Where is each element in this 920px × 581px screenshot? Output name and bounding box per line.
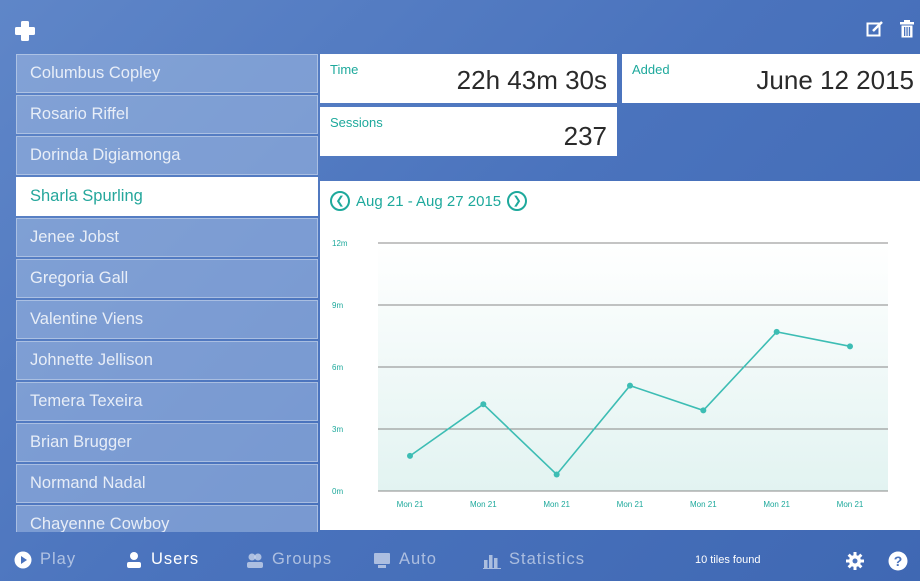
group-icon bbox=[247, 553, 263, 568]
y-tick-label: 3m bbox=[332, 425, 343, 434]
user-list-item[interactable]: Normand Nadal bbox=[16, 464, 318, 503]
time-label: Time bbox=[330, 62, 359, 77]
added-value: June 12 2015 bbox=[756, 65, 914, 95]
x-tick-label: Mon 21 bbox=[543, 500, 570, 509]
sessions-card: Sessions 237 bbox=[320, 107, 617, 156]
user-list-item[interactable]: Chayenne Cowboy bbox=[16, 505, 318, 532]
svg-text:?: ? bbox=[894, 553, 903, 569]
plus-icon bbox=[15, 21, 35, 41]
user-list-item[interactable]: Valentine Viens bbox=[16, 300, 318, 339]
tab-auto[interactable]: Auto bbox=[373, 550, 437, 569]
line-chart: 0m 3m 6m 9m 12m Mon 21 Mon 21 Mon 21 Mon 21 Mon 2… bbox=[332, 239, 888, 509]
bottom-nav: Play Users Groups Auto Statistics 10 til… bbox=[0, 541, 920, 581]
x-tick-label: Mon 21 bbox=[617, 500, 644, 509]
tab-groups-label: Groups bbox=[272, 550, 333, 568]
data-point bbox=[407, 452, 413, 459]
data-point bbox=[773, 328, 780, 335]
data-point bbox=[553, 471, 560, 478]
tab-groups[interactable]: Groups bbox=[246, 550, 332, 569]
bar-chart-icon bbox=[483, 554, 501, 569]
edit-icon bbox=[866, 21, 883, 37]
y-tick-label: 12m bbox=[332, 239, 348, 248]
x-tick-label: Mon 21 bbox=[470, 500, 497, 509]
y-tick-label: 9m bbox=[332, 301, 343, 310]
tab-statistics-label: Statistics bbox=[509, 550, 586, 568]
tab-users[interactable]: Users bbox=[125, 550, 199, 569]
user-list-item[interactable]: Temera Texeira bbox=[16, 382, 318, 421]
play-icon bbox=[14, 551, 32, 568]
auto-icon bbox=[374, 552, 390, 568]
x-tick-label: Mon 21 bbox=[397, 500, 424, 509]
x-tick-label: Mon 21 bbox=[837, 500, 864, 509]
x-tick-label: Mon 21 bbox=[763, 500, 790, 509]
delete-button[interactable] bbox=[898, 20, 916, 38]
sessions-value: 237 bbox=[563, 121, 607, 151]
help-button[interactable]: ? bbox=[888, 551, 908, 571]
user-list[interactable]: Columbus Copley Rosario Riffel Dorinda D… bbox=[16, 54, 318, 532]
user-list-item-selected[interactable]: Sharla Spurling bbox=[16, 177, 318, 216]
user-icon bbox=[127, 551, 141, 568]
user-list-item[interactable]: Johnette Jellison bbox=[16, 341, 318, 380]
chevron-right-icon[interactable]: ❯ bbox=[507, 191, 528, 211]
sessions-label: Sessions bbox=[330, 115, 383, 130]
y-tick-label: 6m bbox=[332, 363, 343, 372]
data-point bbox=[847, 343, 853, 350]
x-tick-label: Mon 21 bbox=[690, 500, 717, 509]
user-list-item[interactable]: Rosario Riffel bbox=[16, 95, 318, 134]
time-card: Time 22h 43m 30s bbox=[320, 54, 617, 103]
add-user-button[interactable] bbox=[14, 20, 36, 42]
statistics-chart-panel: ❮ Aug 21 - Aug 27 2015 ❯ 0m 3m 6m 9m 12m Mon … bbox=[320, 181, 920, 530]
time-value: 22h 43m 30s bbox=[456, 65, 607, 95]
user-list-item[interactable]: Dorinda Digiamonga bbox=[16, 136, 318, 175]
tab-statistics[interactable]: Statistics bbox=[483, 550, 585, 569]
user-list-item[interactable]: Gregoria Gall bbox=[16, 259, 318, 298]
y-tick-label: 0m bbox=[332, 487, 343, 496]
date-range-label: Aug 21 - Aug 27 2015 bbox=[356, 192, 502, 210]
top-bar bbox=[0, 0, 920, 52]
tab-play[interactable]: Play bbox=[14, 550, 76, 569]
user-list-item[interactable]: Brian Brugger bbox=[16, 423, 318, 462]
tab-auto-label: Auto bbox=[399, 550, 437, 568]
added-label: Added bbox=[632, 62, 670, 77]
tab-play-label: Play bbox=[40, 550, 77, 568]
tab-users-label: Users bbox=[151, 550, 200, 568]
date-range-bar: ❮ Aug 21 - Aug 27 2015 ❯ bbox=[330, 191, 528, 211]
tiles-found-status: 10 tiles found bbox=[695, 554, 761, 566]
data-point bbox=[480, 401, 487, 408]
settings-button[interactable] bbox=[845, 551, 865, 571]
user-list-item[interactable]: Columbus Copley bbox=[16, 54, 318, 93]
user-list-item[interactable]: Jenee Jobst bbox=[16, 218, 318, 257]
chevron-left-icon[interactable]: ❮ bbox=[330, 191, 350, 211]
data-point bbox=[627, 382, 633, 389]
edit-button[interactable] bbox=[866, 20, 884, 38]
added-card: Added June 12 2015 bbox=[622, 54, 920, 103]
data-point bbox=[700, 407, 707, 414]
trash-icon bbox=[900, 20, 914, 38]
help-icon: ? bbox=[888, 551, 908, 571]
gear-icon bbox=[846, 552, 864, 570]
